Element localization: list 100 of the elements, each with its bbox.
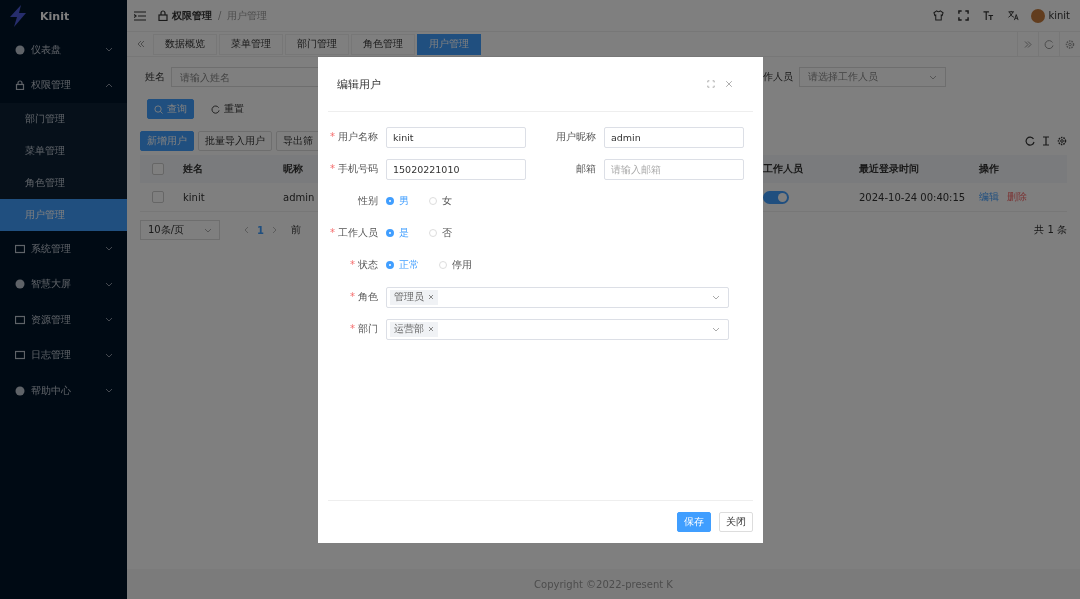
breadcrumb-item[interactable]: 权限管理 [172,8,212,23]
required-asterisk: * [349,324,355,334]
fullscreen-icon[interactable] [958,10,970,21]
page-number[interactable]: 1 [257,224,264,236]
shirt-icon[interactable] [933,10,945,21]
checkbox[interactable] [152,191,164,203]
chevron-icon [105,246,113,252]
sidebar-item[interactable]: 日志管理 [0,337,127,373]
checkbox[interactable] [152,163,164,175]
close-button[interactable]: 关闭 [719,512,753,532]
chevron-icon [105,47,113,53]
toolbar-button[interactable]: 导出筛 [276,131,318,151]
radio-option[interactable]: 女 [429,194,452,208]
sidebar-item[interactable]: 资源管理 [0,302,127,338]
menu-icon [15,385,25,396]
required-asterisk: * [329,228,335,238]
table-cell: admin [283,191,315,203]
radio-option[interactable]: 是 [386,226,409,240]
chevron-icon [105,281,113,287]
radio-option[interactable]: 停用 [439,258,472,272]
save-button[interactable]: 保存 [677,512,711,532]
action-link[interactable]: 编辑 [979,190,999,204]
column-header: 姓名 [183,162,204,176]
translate-icon[interactable] [1008,10,1020,21]
required-asterisk: * [349,292,355,302]
table-cell-text: 2024-10-24 00:40:15 [859,191,967,203]
form-label: 状态 [358,259,378,270]
chevron-down-icon [204,227,212,233]
tab[interactable]: 角色管理 [351,33,415,55]
refresh-icon[interactable] [1025,136,1035,146]
menu-icon [15,80,25,91]
form-label: 邮箱 [576,163,596,174]
page-size-select[interactable]: 10条/页 [140,220,220,240]
search-icon [154,104,163,114]
text-field[interactable]: kinit [386,126,526,148]
tab[interactable]: 用户管理 [417,33,481,55]
menu-icon [15,44,25,55]
form-label: 性别 [358,195,378,206]
column-header: 昵称 [283,162,303,176]
tag: 管理员 [390,289,438,305]
menu-icon [15,314,25,325]
multi-select[interactable]: 运营部 [386,318,729,340]
total-count: 共 1 条 [1034,223,1067,237]
field-label: 作人员 [763,70,793,84]
text-size-icon[interactable] [983,10,995,21]
fullscreen-icon[interactable] [707,80,715,88]
settings-icon[interactable] [1057,136,1067,146]
column-header: 工作人员 [763,162,804,176]
action-link[interactable]: 删除 [1007,190,1027,204]
toggle-switch[interactable] [763,190,789,204]
sidebar-item[interactable]: 系统管理 [0,231,127,267]
goto-label: 前 [290,223,301,237]
radio-option[interactable]: 男 [386,194,409,208]
avatar[interactable] [1031,8,1046,23]
dialog-title: 编辑用户 [337,76,382,92]
multi-select[interactable]: 管理员 [386,286,729,308]
user-name[interactable]: kinit [1048,10,1070,21]
chevron-down-icon [712,326,720,332]
chevron-left-icon[interactable] [244,226,249,234]
breadcrumb-separator: / [218,10,222,21]
sidebar-item[interactable]: 智慧大屏 [0,266,127,302]
tab[interactable]: 数据概览 [153,33,217,55]
sidebar-item[interactable]: 权限管理 [0,67,127,103]
toolbar-button[interactable]: 批量导入用户 [198,131,272,151]
refresh-icon [211,104,220,114]
tab[interactable]: 菜单管理 [219,33,283,55]
close-icon[interactable] [428,294,434,300]
menu-icon [15,279,25,290]
sidebar-subitem[interactable]: 角色管理 [0,167,127,199]
close-icon[interactable] [725,80,733,88]
lock-icon [158,10,168,21]
chevron-right-icon[interactable] [271,226,277,234]
required-asterisk: * [349,260,355,270]
sidebar-subitem[interactable]: 用户管理 [0,199,127,231]
toolbar-button[interactable]: 新增用户 [140,131,194,151]
required-asterisk: * [329,132,335,142]
chevron-icon [105,388,113,394]
menu-fold-icon[interactable] [134,10,146,21]
menu-icon [15,243,25,254]
sidebar-subitem[interactable]: 部门管理 [0,103,127,135]
app-name: Kinit [40,9,70,23]
column-height-icon[interactable] [1041,136,1051,146]
text-field[interactable]: 15020221010 [386,158,526,180]
query-button[interactable]: 查询 [147,99,194,119]
field-label: 姓名 [145,70,165,84]
form-label: 用户昵称 [556,131,596,142]
tab[interactable]: 部门管理 [285,33,349,55]
text-field[interactable]: 请输入邮箱 [604,158,744,180]
close-icon[interactable] [428,326,434,332]
form-label: 手机号码 [338,163,378,174]
sidebar-subitem[interactable]: 菜单管理 [0,135,127,167]
form-label: 用户名称 [338,131,378,142]
column-header: 操作 [979,162,999,176]
radio-option[interactable]: 正常 [386,258,419,272]
sidebar-item[interactable]: 仪表盘 [0,32,127,68]
text-field[interactable]: admin [604,126,744,148]
sidebar-item[interactable]: 帮助中心 [0,373,127,409]
radio-option[interactable]: 否 [429,226,452,240]
chevron-down-icon [712,294,720,300]
form-label: 部门 [358,323,378,334]
